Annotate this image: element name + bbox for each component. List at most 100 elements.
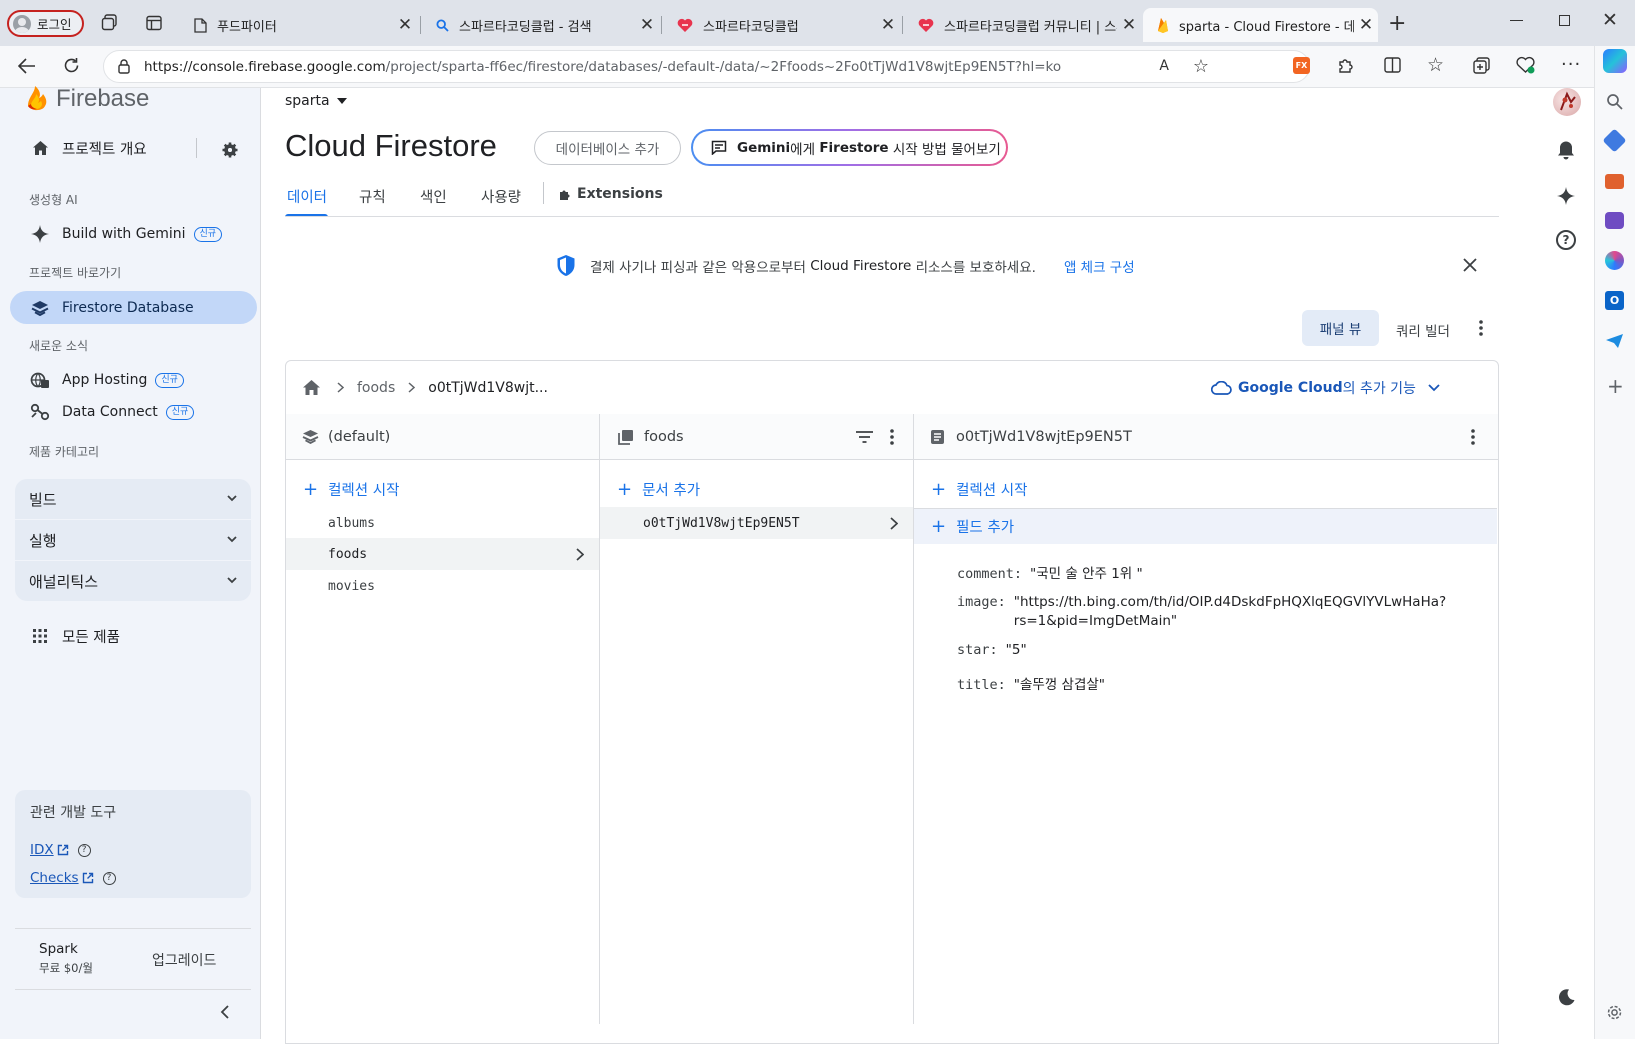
accordion-build[interactable]: 빌드	[15, 479, 251, 519]
tools-icon[interactable]	[1605, 174, 1624, 189]
tab-extensions[interactable]: Extensions	[558, 186, 663, 202]
list-item[interactable]: albums	[328, 516, 375, 531]
accordion-label: 실행	[29, 531, 57, 550]
start-subcollection-button[interactable]: + 컬렉션 시작	[931, 474, 1027, 504]
app-check-link[interactable]: 앱 체크 구성	[1064, 256, 1135, 276]
notifications-bell-icon[interactable]	[1557, 140, 1575, 160]
refresh-button[interactable]	[63, 57, 80, 74]
filter-icon[interactable]	[856, 431, 873, 443]
breadcrumb-collection[interactable]: foods	[357, 380, 395, 396]
plus-icon: +	[931, 478, 947, 500]
sidebar-item-firestore[interactable]: Firestore Database	[10, 291, 257, 324]
more-vert-icon[interactable]	[890, 429, 894, 445]
new-tab-button[interactable]: +	[1388, 11, 1406, 36]
list-item[interactable]: movies	[328, 579, 375, 594]
list-item-selected[interactable]: foods	[286, 538, 599, 570]
help-icon[interactable]: ?	[77, 843, 91, 857]
accordion-analytics[interactable]: 애널리틱스	[15, 561, 251, 601]
tab-actions-icon[interactable]	[146, 15, 162, 31]
view-toggle-query[interactable]: 쿼리 빌더	[1396, 320, 1450, 340]
checks-link[interactable]: Checks ?	[30, 870, 116, 886]
more-menu-icon[interactable]: ···	[1561, 54, 1581, 75]
read-aloud-icon[interactable]: A	[1159, 58, 1169, 74]
copilot-icon[interactable]	[1603, 49, 1627, 73]
extension-fx-icon[interactable]: FX	[1293, 57, 1310, 74]
user-avatar[interactable]	[1553, 88, 1581, 116]
app-hosting-link[interactable]: App Hosting 신규	[10, 364, 257, 396]
lock-icon[interactable]	[118, 59, 130, 74]
shopping-tag-icon[interactable]	[1602, 128, 1627, 153]
close-icon[interactable]: ✕	[1117, 15, 1141, 35]
profile-button[interactable]: 로그인	[7, 10, 84, 37]
close-icon[interactable]: ✕	[393, 15, 417, 35]
address-bar[interactable]: https://console.firebase.google.com/proj…	[103, 50, 1310, 83]
project-overview-link[interactable]: 프로젝트 개요	[10, 132, 190, 164]
tab-data[interactable]: 데이터	[287, 186, 327, 207]
section-label-categories: 제품 카테고리	[29, 445, 100, 459]
favorites-icon[interactable]: ☆	[1427, 54, 1444, 76]
start-collection-button[interactable]: + 컬렉션 시작	[303, 474, 399, 504]
tab-sparta[interactable]: 스파르타코딩클럽 ✕	[663, 8, 900, 42]
project-selector[interactable]: sparta	[285, 93, 347, 109]
close-icon[interactable]: ✕	[635, 15, 659, 35]
extensions-icon[interactable]	[1337, 56, 1355, 74]
add-database-button[interactable]: 데이터베이스 추가	[534, 131, 681, 165]
minimize-button[interactable]	[1510, 20, 1523, 21]
tab-indexes[interactable]: 색인	[420, 186, 447, 207]
tab-food-fighter[interactable]: 푸드파이터 ✕	[180, 8, 417, 42]
column-header: foods	[600, 414, 913, 460]
firebase-logo[interactable]: Firebase	[26, 85, 149, 113]
help-icon[interactable]: ?	[1556, 230, 1576, 250]
tab-title: 스파르타코딩클럽 - 검색	[459, 19, 592, 35]
games-icon[interactable]	[1605, 212, 1624, 229]
send-icon[interactable]	[1605, 333, 1624, 349]
field-row[interactable]: star: "5"	[957, 642, 1027, 658]
close-icon[interactable]: ✕	[1354, 15, 1378, 35]
idx-link[interactable]: IDX ?	[30, 842, 91, 858]
google-cloud-link[interactable]: Google Cloud 의 추가 기능	[1211, 378, 1440, 398]
accordion-run[interactable]: 실행	[15, 520, 251, 560]
outlook-icon[interactable]: O	[1605, 291, 1624, 310]
data-connect-link[interactable]: Data Connect 신규	[10, 396, 257, 428]
search-icon[interactable]	[1606, 93, 1623, 110]
split-screen-icon[interactable]	[1384, 57, 1401, 73]
close-icon[interactable]: ✕	[876, 15, 900, 35]
field-value: "솔뚜껑 삼겹살"	[1013, 677, 1106, 693]
back-button[interactable]	[18, 58, 36, 74]
help-icon[interactable]: ?	[102, 871, 116, 885]
ask-gemini-button[interactable]: Gemini 에게 Firestore 시작 방법 물어보기	[691, 129, 1008, 166]
more-vert-icon[interactable]	[1471, 429, 1475, 445]
favorite-star-icon[interactable]: ☆	[1193, 56, 1209, 77]
breadcrumb-document[interactable]: o0tTjWd1V8wjt...	[428, 380, 548, 396]
view-toggle-panel[interactable]: 패널 뷰	[1302, 310, 1379, 346]
field-row[interactable]: comment: "국민 술 안주 1위 "	[957, 562, 1143, 582]
close-window-button[interactable]: ✕	[1602, 9, 1618, 31]
add-document-button[interactable]: + 문서 추가	[617, 474, 700, 504]
tab-search[interactable]: 스파르타코딩클럽 - 검색 ✕	[422, 8, 659, 42]
all-products-link[interactable]: 모든 제품	[10, 620, 257, 652]
collections-icon[interactable]	[1473, 57, 1490, 74]
workspaces-icon[interactable]	[101, 14, 118, 31]
maximize-button[interactable]	[1559, 15, 1570, 26]
dark-mode-moon-icon[interactable]	[1557, 988, 1576, 1007]
add-sidebar-icon[interactable]: +	[1607, 374, 1624, 398]
tab-sparta-community[interactable]: 스파르타코딩클럽 커뮤니티 | 스파 ✕	[904, 8, 1141, 42]
build-with-gemini-link[interactable]: Build with Gemini 신규	[10, 218, 257, 250]
settings-gear-icon[interactable]	[1606, 1004, 1623, 1021]
upgrade-button[interactable]: 업그레이드	[152, 950, 216, 970]
field-row[interactable]: image: "https://th.bing.com/th/id/OIP.d4…	[957, 593, 1446, 631]
settings-gear-icon[interactable]	[221, 141, 239, 159]
field-row[interactable]: title: "솔뚜껑 삼겹살"	[957, 673, 1105, 693]
home-icon[interactable]	[302, 379, 321, 396]
tab-firestore[interactable]: sparta - Cloud Firestore - 데이터 ✕	[1143, 8, 1378, 42]
collapse-sidebar-icon[interactable]	[220, 1005, 230, 1019]
tab-usage[interactable]: 사용량	[481, 186, 521, 207]
list-item-selected[interactable]: o0tTjWd1V8wjtEp9EN5T	[600, 507, 913, 539]
tab-rules[interactable]: 규칙	[359, 186, 386, 207]
browser-essentials-icon[interactable]	[1516, 56, 1535, 74]
office-icon[interactable]	[1605, 251, 1624, 270]
gemini-sparkle-icon[interactable]	[1556, 186, 1576, 206]
add-field-row[interactable]: + 필드 추가	[914, 509, 1497, 544]
more-vert-icon[interactable]	[1479, 320, 1483, 336]
close-icon[interactable]	[1463, 258, 1477, 272]
